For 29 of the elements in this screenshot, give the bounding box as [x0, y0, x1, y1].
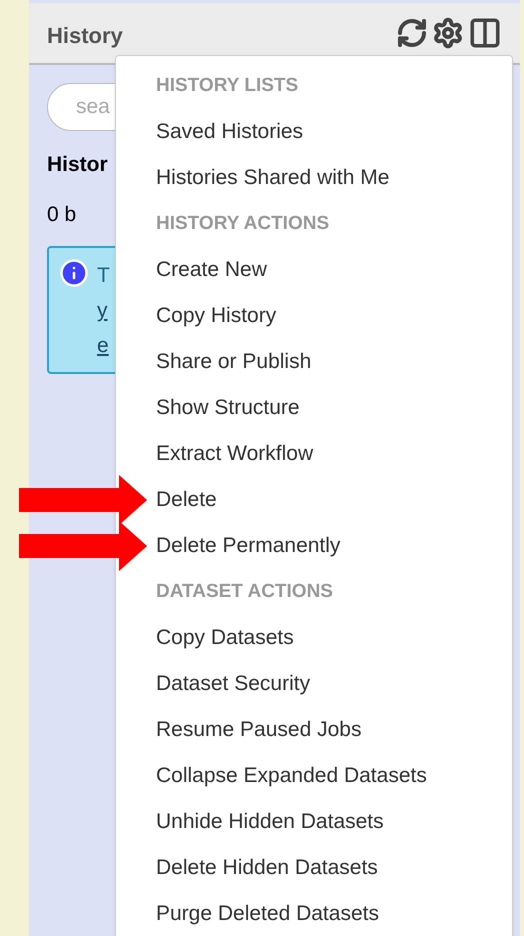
- info-text: T: [97, 263, 110, 289]
- menu-item[interactable]: Copy Datasets: [156, 622, 294, 654]
- info-icon: [59, 258, 89, 288]
- menu-item[interactable]: Delete Permanently: [156, 530, 340, 562]
- history-name: Histor: [47, 152, 108, 178]
- settings-icon[interactable]: [432, 17, 464, 49]
- menu-section-header: HISTORY ACTIONS: [156, 212, 330, 236]
- refresh-icon[interactable]: [396, 17, 428, 49]
- info-link[interactable]: y: [97, 293, 110, 328]
- menu-item[interactable]: Histories Shared with Me: [156, 162, 390, 194]
- panel-title: History: [47, 22, 123, 50]
- menu-item[interactable]: Delete: [156, 484, 217, 516]
- menu-item[interactable]: Unhide Hidden Datasets: [156, 806, 384, 838]
- menu-item[interactable]: Resume Paused Jobs: [156, 714, 362, 746]
- menu-item[interactable]: Share or Publish: [156, 346, 312, 378]
- menu-item[interactable]: Saved Histories: [156, 116, 304, 148]
- history-size: 0 b: [47, 202, 76, 228]
- info-link[interactable]: e: [97, 328, 110, 363]
- columns-icon[interactable]: [468, 16, 502, 50]
- menu-item[interactable]: Delete Hidden Datasets: [156, 852, 378, 884]
- menu-section-header: HISTORY LISTS: [156, 74, 298, 98]
- menu-item[interactable]: Extract Workflow: [156, 438, 314, 470]
- menu-item[interactable]: Dataset Security: [156, 668, 310, 700]
- menu-item[interactable]: Collapse Expanded Datasets: [156, 760, 427, 792]
- menu-section-header: DATASET ACTIONS: [156, 580, 333, 604]
- menu-item[interactable]: Copy History: [156, 300, 276, 332]
- menu-item[interactable]: Create New: [156, 254, 267, 286]
- menu-item[interactable]: Show Structure: [156, 392, 300, 424]
- menu-item[interactable]: Purge Deleted Datasets: [156, 898, 379, 930]
